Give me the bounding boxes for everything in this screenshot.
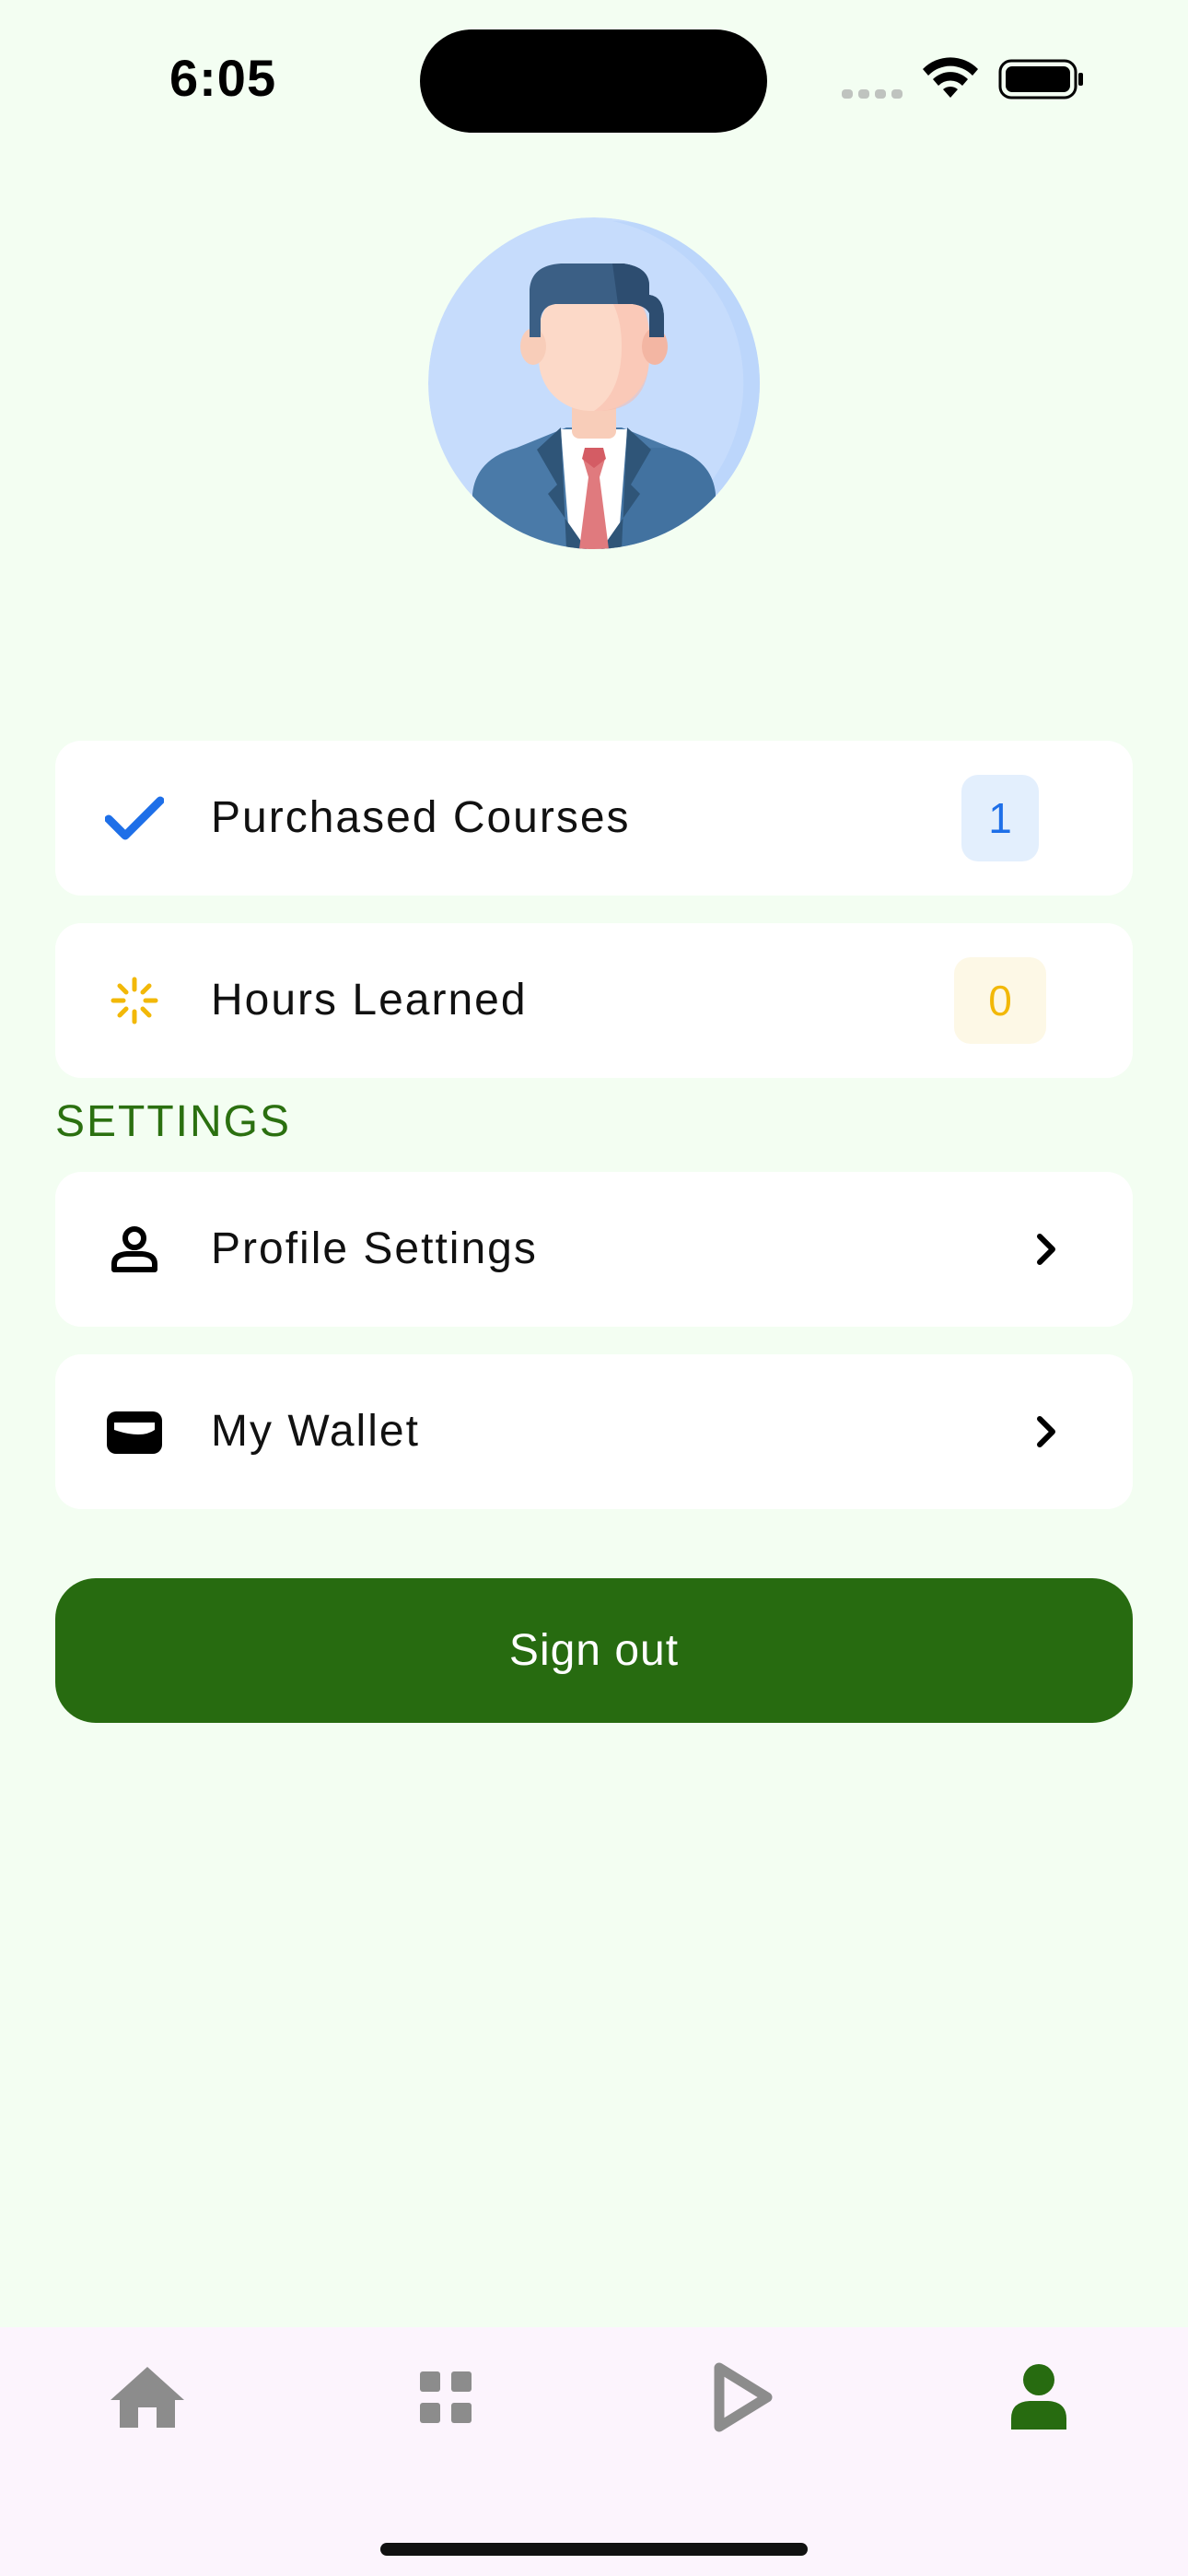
tab-play[interactable] bbox=[698, 2360, 786, 2434]
person-icon bbox=[98, 1212, 171, 1286]
home-indicator[interactable] bbox=[380, 2543, 808, 2556]
wallet-icon bbox=[98, 1395, 171, 1469]
purchased-courses-card[interactable]: Purchased Courses 1 bbox=[55, 741, 1133, 896]
grid-icon bbox=[420, 2371, 472, 2423]
profile-settings-label: Profile Settings bbox=[211, 1224, 538, 1273]
profile-settings-item[interactable]: Profile Settings bbox=[55, 1172, 1133, 1327]
checkmark-icon bbox=[98, 781, 171, 855]
my-wallet-item[interactable]: My Wallet bbox=[55, 1354, 1133, 1509]
battery-icon bbox=[998, 59, 1085, 104]
settings-section-title: SETTINGS bbox=[55, 1097, 292, 1146]
chevron-right-icon bbox=[1019, 1404, 1074, 1459]
purchased-courses-count-badge: 1 bbox=[961, 775, 1039, 861]
hours-learned-count-badge: 0 bbox=[954, 957, 1046, 1044]
hours-learned-label: Hours Learned bbox=[211, 976, 528, 1025]
wifi-icon bbox=[921, 57, 980, 106]
my-wallet-label: My Wallet bbox=[211, 1407, 420, 1456]
home-icon bbox=[111, 2367, 184, 2428]
chevron-right-icon bbox=[1019, 1222, 1074, 1277]
sign-out-button[interactable]: Sign out bbox=[55, 1578, 1133, 1723]
tab-categories[interactable] bbox=[402, 2360, 490, 2434]
profile-avatar bbox=[428, 217, 760, 549]
play-icon bbox=[714, 2362, 773, 2432]
cellular-signal-icon bbox=[842, 87, 908, 103]
hours-learned-card[interactable]: Hours Learned 0 bbox=[55, 923, 1133, 1078]
person-icon bbox=[1011, 2364, 1066, 2430]
dynamic-island bbox=[420, 29, 767, 133]
tab-profile[interactable] bbox=[995, 2360, 1083, 2434]
status-time: 6:05 bbox=[169, 49, 277, 107]
status-bar: 6:05 bbox=[0, 0, 1188, 157]
loading-spinner-icon bbox=[98, 964, 171, 1037]
tab-home[interactable] bbox=[103, 2360, 192, 2434]
purchased-courses-label: Purchased Courses bbox=[211, 793, 631, 842]
